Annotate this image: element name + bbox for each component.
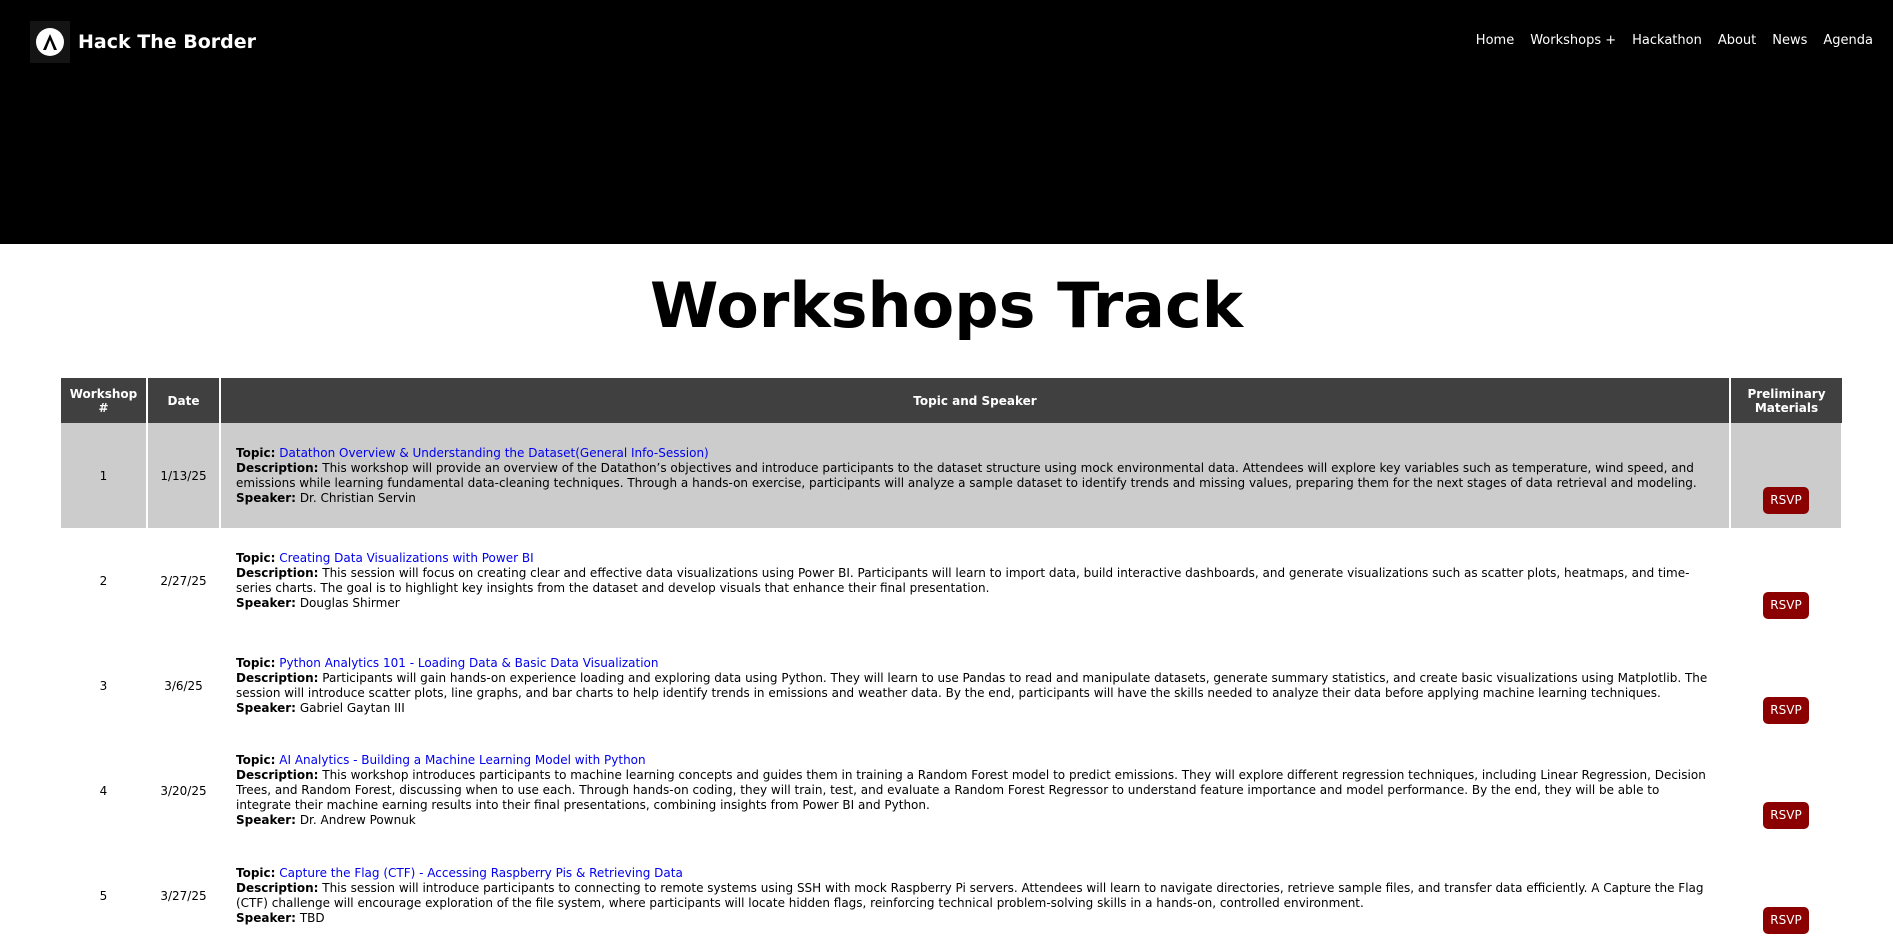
speaker-label: Speaker: xyxy=(236,490,296,505)
description-label: Description: xyxy=(236,768,319,782)
rsvp-button[interactable]: RSVP xyxy=(1763,907,1809,934)
workshop-date: 3/20/25 xyxy=(147,738,221,843)
description-line: Description: This workshop will provide … xyxy=(236,461,1715,491)
topic-link[interactable]: Datathon Overview & Understanding the Da… xyxy=(279,446,708,460)
page-title: Workshops Track xyxy=(650,269,1243,342)
table-row: 1 1/13/25 Topic: Datathon Overview & Und… xyxy=(61,423,1843,528)
description-line: Description: This session will introduce… xyxy=(236,881,1715,911)
speaker-name: Dr. Christian Servin xyxy=(299,490,416,505)
rsvp-button[interactable]: RSVP xyxy=(1763,697,1809,724)
topic-speaker-cell: Topic: Python Analytics 101 - Loading Da… xyxy=(220,633,1731,738)
main-nav: Home Workshops + Hackathon About News Ag… xyxy=(1476,33,1873,48)
description-label: Description: xyxy=(236,460,319,475)
topic-label: Topic: xyxy=(236,865,276,880)
description-text: Participants will gain hands-on experien… xyxy=(236,670,1708,700)
speaker-name: Douglas Shirmer xyxy=(299,595,400,610)
topic-link[interactable]: Creating Data Visualizations with Power … xyxy=(279,551,533,565)
workshop-number: 4 xyxy=(61,738,148,843)
topic-line: Topic: Python Analytics 101 - Loading Da… xyxy=(236,656,1715,671)
nav-agenda[interactable]: Agenda xyxy=(1823,33,1873,48)
description-text: This session will introduce participants… xyxy=(236,880,1704,910)
topic-speaker-cell: Topic: Creating Data Visualizations with… xyxy=(220,528,1731,633)
speaker-name: TBD xyxy=(299,910,325,925)
description-line: Description: This workshop introduces pa… xyxy=(236,768,1715,813)
table-header-row: Workshop # Date Topic and Speaker Prelim… xyxy=(61,378,1842,423)
materials-cell: RSVP xyxy=(1730,633,1843,738)
speaker-label: Speaker: xyxy=(236,700,296,715)
brand-link[interactable]: Hack The Border xyxy=(30,21,256,63)
speaker-line: Speaker: Dr. Andrew Pownuk xyxy=(236,813,1715,828)
nav-workshops[interactable]: Workshops + xyxy=(1530,33,1616,48)
description-line: Description: This session will focus on … xyxy=(236,566,1715,596)
table-row: 2 2/27/25 Topic: Creating Data Visualiza… xyxy=(61,528,1843,633)
materials-cell: RSVP xyxy=(1730,843,1843,948)
workshop-date: 2/27/25 xyxy=(147,528,221,633)
materials-cell: RSVP xyxy=(1730,738,1843,843)
nav-about[interactable]: About xyxy=(1718,33,1756,48)
topic-label: Topic: xyxy=(236,550,276,565)
col-header-materials: Preliminary Materials xyxy=(1730,378,1842,423)
materials-cell: RSVP xyxy=(1730,423,1843,528)
topic-link[interactable]: Python Analytics 101 - Loading Data & Ba… xyxy=(279,656,658,670)
speaker-line: Speaker: Dr. Christian Servin xyxy=(236,491,1715,506)
description-label: Description: xyxy=(236,880,319,895)
speaker-label: Speaker: xyxy=(236,595,296,610)
description-text: This session will focus on creating clea… xyxy=(236,565,1690,595)
mountain-a-logo-icon xyxy=(30,21,70,63)
workshop-date: 3/6/25 xyxy=(147,633,221,738)
description-label: Description: xyxy=(236,565,319,580)
table-row: 5 3/27/25 Topic: Capture the Flag (CTF) … xyxy=(61,843,1843,948)
table-row: 4 3/20/25 Topic: AI Analytics - Building… xyxy=(61,738,1843,843)
speaker-label: Speaker: xyxy=(236,910,296,925)
topic-link[interactable]: AI Analytics - Building a Machine Learni… xyxy=(279,753,645,767)
nav-hackathon[interactable]: Hackathon xyxy=(1632,33,1702,48)
description-label: Description: xyxy=(236,670,319,685)
speaker-name: Gabriel Gaytan III xyxy=(299,700,405,715)
table-row: 3 3/6/25 Topic: Python Analytics 101 - L… xyxy=(61,633,1843,738)
brand-name: Hack The Border xyxy=(78,31,256,53)
topic-line: Topic: Capture the Flag (CTF) - Accessin… xyxy=(236,866,1715,881)
workshop-number: 2 xyxy=(61,528,148,633)
workshop-number: 1 xyxy=(61,423,148,528)
rsvp-button[interactable]: RSVP xyxy=(1763,487,1809,514)
topic-speaker-cell: Topic: Datathon Overview & Understanding… xyxy=(220,423,1731,528)
topic-label: Topic: xyxy=(236,655,276,670)
workshops-table: Workshop # Date Topic and Speaker Prelim… xyxy=(61,378,1843,948)
hero-header: Hack The Border Home Workshops + Hackath… xyxy=(0,0,1893,244)
topic-line: Topic: Creating Data Visualizations with… xyxy=(236,551,1715,566)
rsvp-button[interactable]: RSVP xyxy=(1763,802,1809,829)
topic-speaker-cell: Topic: Capture the Flag (CTF) - Accessin… xyxy=(220,843,1731,948)
col-header-workshop-num: Workshop # xyxy=(61,378,148,423)
topic-speaker-cell: Topic: AI Analytics - Building a Machine… xyxy=(220,738,1731,843)
topic-label: Topic: xyxy=(236,445,276,460)
speaker-line: Speaker: Gabriel Gaytan III xyxy=(236,701,1715,716)
nav-home[interactable]: Home xyxy=(1476,33,1514,48)
main-content: Workshops Track xyxy=(0,244,1893,348)
col-header-topic-speaker: Topic and Speaker xyxy=(220,378,1731,423)
description-line: Description: Participants will gain hand… xyxy=(236,671,1715,701)
topic-link[interactable]: Capture the Flag (CTF) - Accessing Raspb… xyxy=(279,866,683,880)
workshop-date: 3/27/25 xyxy=(147,843,221,948)
speaker-label: Speaker: xyxy=(236,813,296,827)
workshop-number: 5 xyxy=(61,843,148,948)
col-header-date: Date xyxy=(147,378,221,423)
topic-label: Topic: xyxy=(236,753,276,767)
rsvp-button[interactable]: RSVP xyxy=(1763,592,1809,619)
topic-line: Topic: Datathon Overview & Understanding… xyxy=(236,446,1715,461)
workshop-date: 1/13/25 xyxy=(147,423,221,528)
speaker-line: Speaker: TBD xyxy=(236,911,1715,926)
topic-line: Topic: AI Analytics - Building a Machine… xyxy=(236,753,1715,768)
speaker-line: Speaker: Douglas Shirmer xyxy=(236,596,1715,611)
description-text: This workshop introduces participants to… xyxy=(236,768,1706,812)
speaker-name: Dr. Andrew Pownuk xyxy=(299,813,416,827)
workshop-number: 3 xyxy=(61,633,148,738)
description-text: This workshop will provide an overview o… xyxy=(236,460,1697,490)
nav-news[interactable]: News xyxy=(1772,33,1807,48)
materials-cell: RSVP xyxy=(1730,528,1843,633)
